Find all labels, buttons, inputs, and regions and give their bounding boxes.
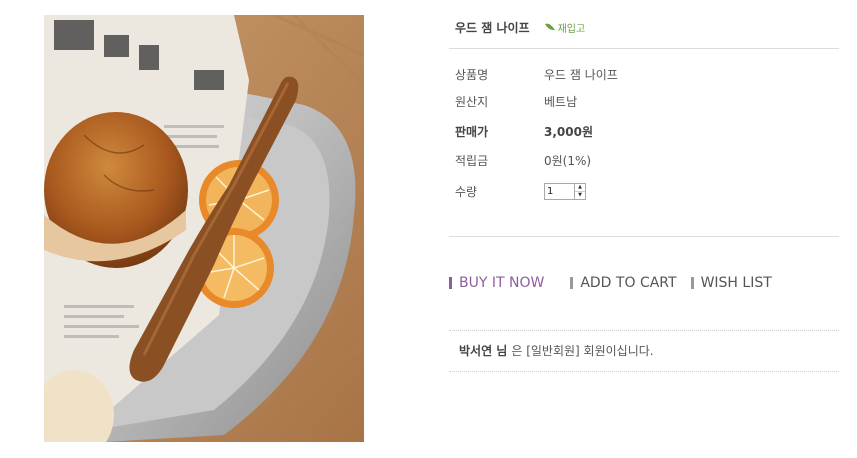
- detail-row-name: 상품명 우드 잼 나이프: [455, 65, 618, 83]
- divider: [449, 330, 839, 331]
- detail-value: 우드 잼 나이프: [544, 67, 618, 82]
- detail-label: 원산지: [455, 94, 489, 109]
- detail-label: 적립금: [455, 153, 489, 168]
- add-to-cart-label: ADD TO CART: [580, 275, 677, 291]
- quantity-label: 수량: [455, 184, 478, 199]
- wish-list-label: WISH LIST: [700, 275, 772, 291]
- restock-badge: 재입고: [544, 20, 586, 35]
- product-title-row: 우드 잼 나이프 재입고: [455, 17, 585, 37]
- divider: [449, 48, 839, 49]
- member-status: 박서연 님 은 [일반회원] 회원이십니다.: [459, 342, 654, 359]
- detail-row-points: 적립금 0원(1%): [455, 151, 591, 169]
- detail-value: 베트남: [544, 94, 578, 109]
- add-to-cart-button[interactable]: ADD TO CART: [570, 275, 677, 291]
- bullet-bar-icon: [449, 277, 452, 289]
- member-name: 박서연 님: [459, 344, 508, 358]
- increment-arrow-icon[interactable]: ▲: [575, 184, 585, 192]
- detail-value: 0원(1%): [544, 153, 592, 168]
- quantity-stepper[interactable]: ▲ ▼: [544, 182, 586, 200]
- product-title: 우드 잼 나이프: [455, 20, 530, 35]
- action-buttons: BUY IT NOW ADD TO CART WISH LIST: [449, 274, 786, 292]
- buy-now-button[interactable]: BUY IT NOW: [449, 275, 544, 291]
- detail-label: 판매가: [455, 124, 489, 139]
- detail-value: 3,000원: [544, 124, 593, 139]
- wish-list-button[interactable]: WISH LIST: [690, 275, 772, 291]
- decrement-arrow-icon[interactable]: ▼: [575, 192, 585, 199]
- divider: [449, 371, 839, 372]
- bullet-bar-icon: [570, 277, 574, 289]
- detail-row-quantity: 수량 ▲ ▼: [455, 182, 586, 200]
- detail-row-price: 판매가 3,000원: [455, 122, 593, 140]
- detail-row-origin: 원산지 베트남: [455, 92, 577, 110]
- detail-label: 상품명: [455, 67, 489, 82]
- member-message: 은 [일반회원] 회원이십니다.: [511, 344, 654, 358]
- quantity-spinner[interactable]: ▲ ▼: [575, 182, 586, 200]
- divider: [449, 236, 839, 237]
- quantity-input[interactable]: [544, 182, 575, 200]
- buy-now-label: BUY IT NOW: [459, 275, 545, 291]
- restock-label: 재입고: [557, 23, 586, 35]
- leaf-icon: [544, 23, 555, 31]
- bullet-bar-icon: [690, 277, 694, 289]
- product-image: [44, 15, 364, 442]
